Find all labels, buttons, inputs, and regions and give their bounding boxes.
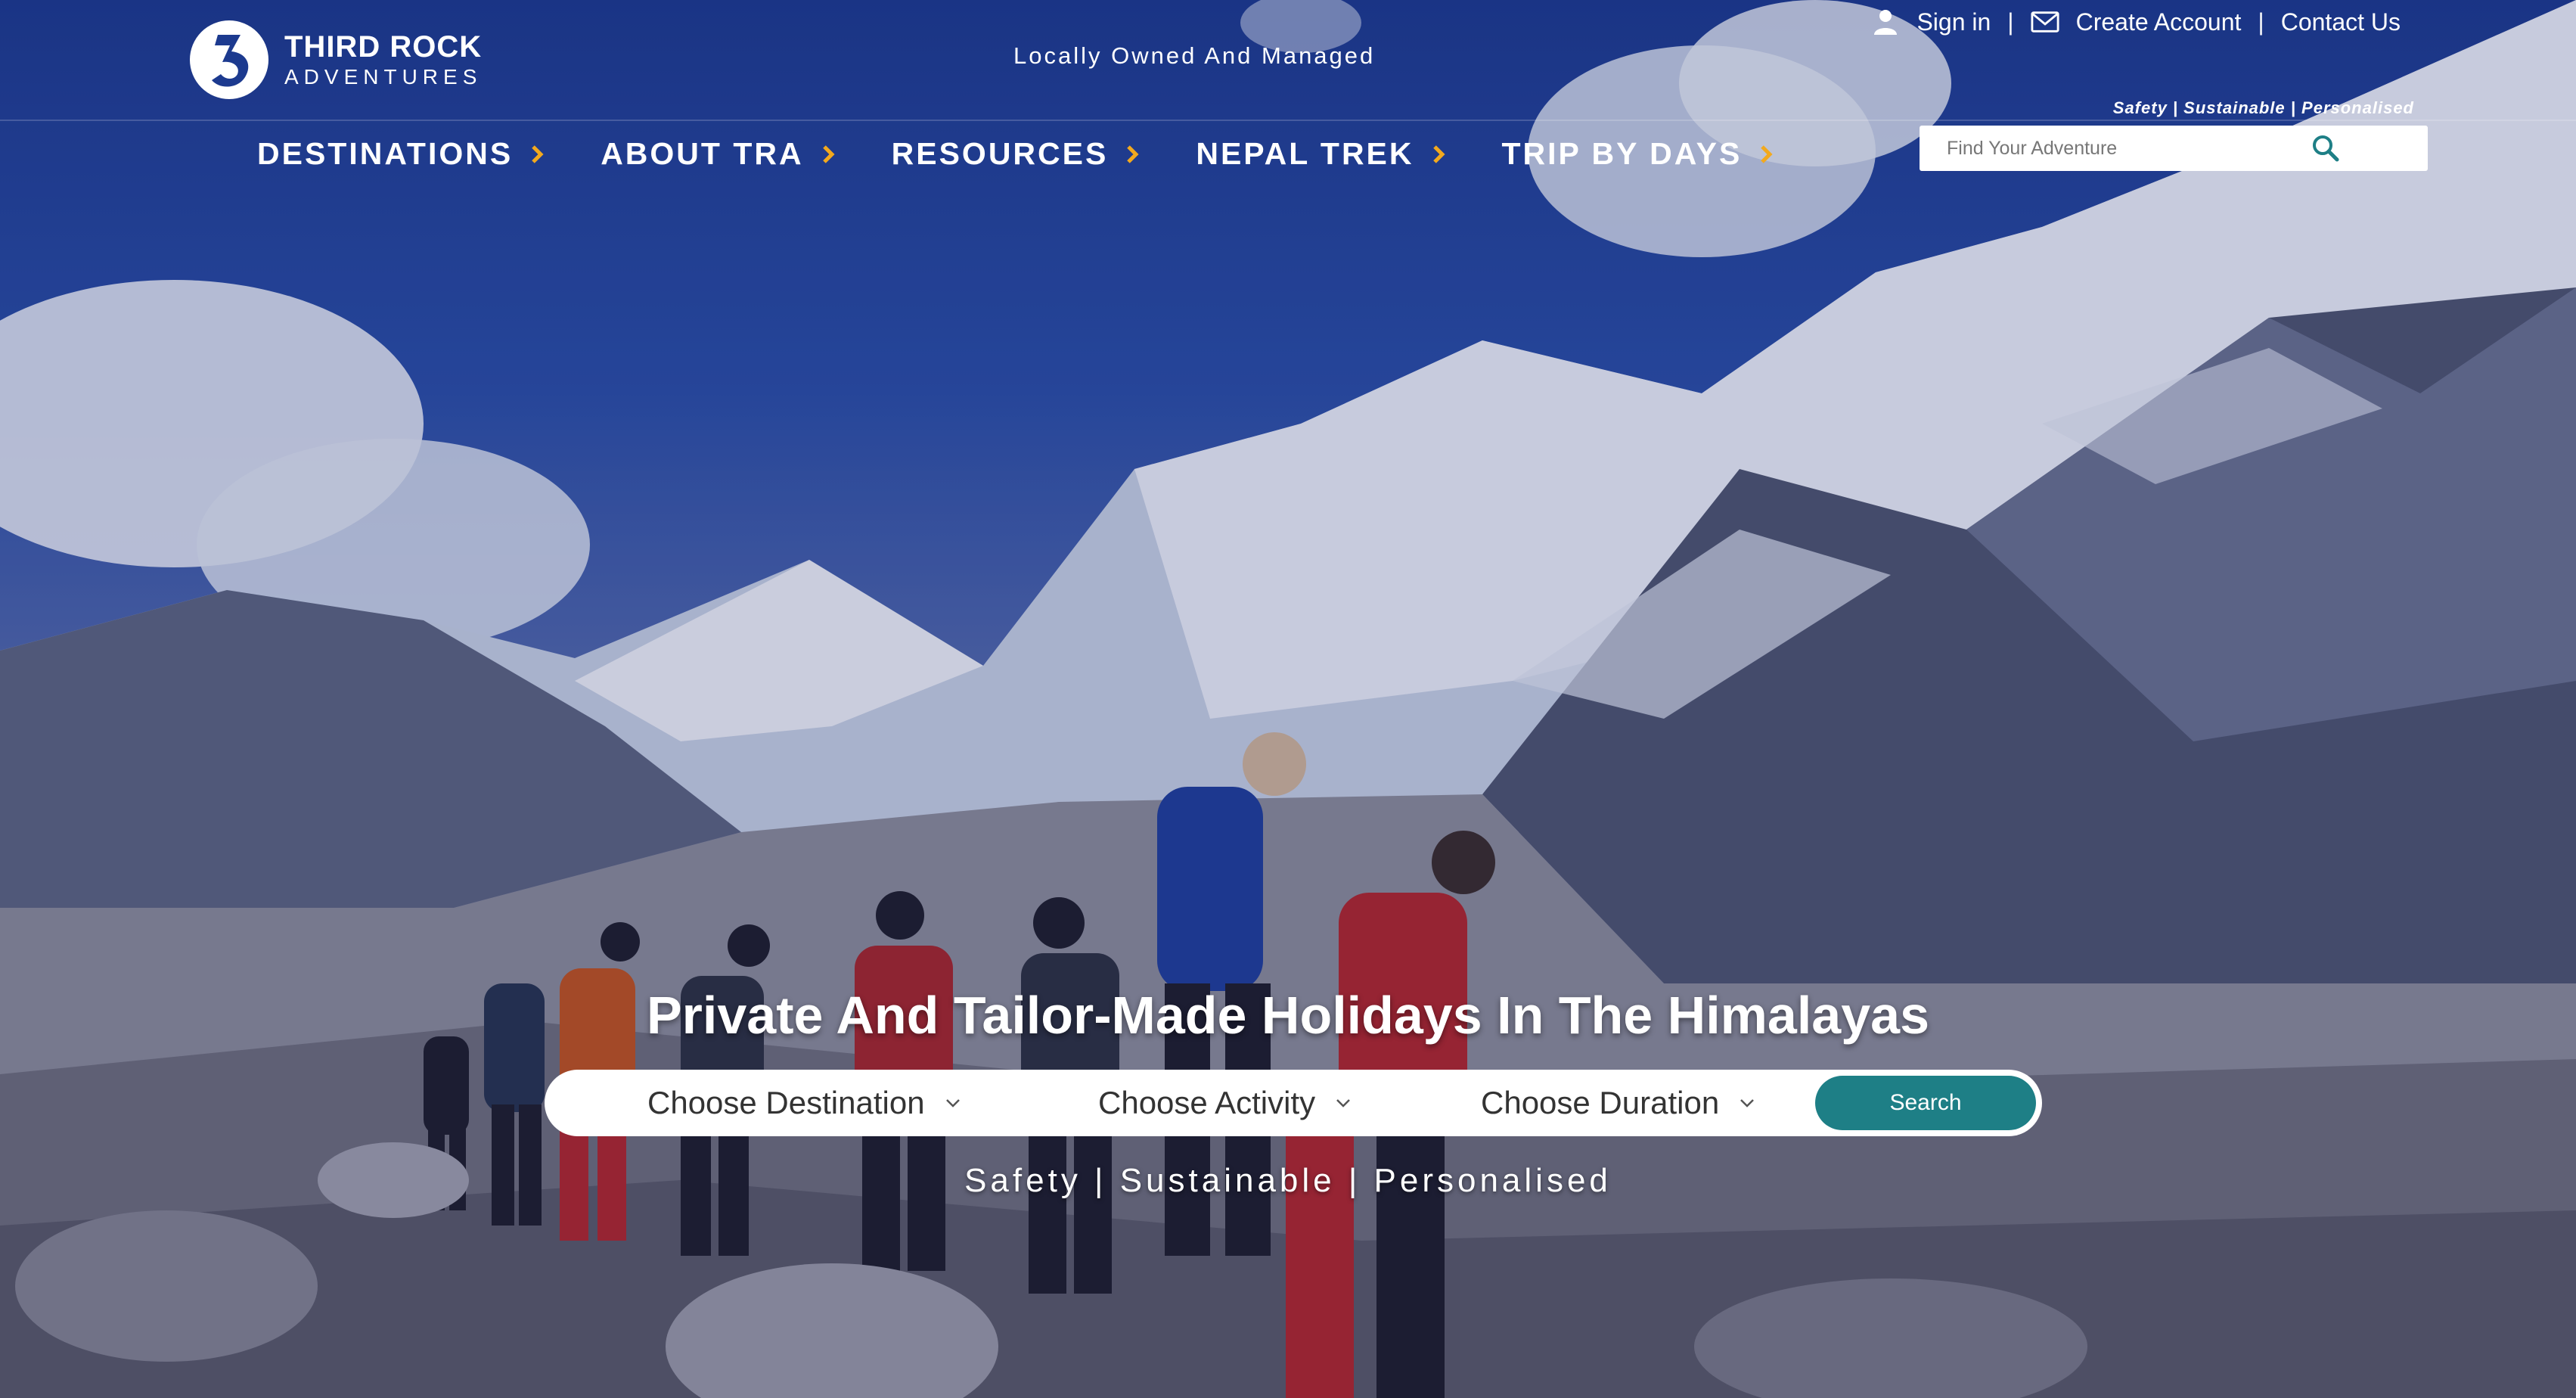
header-tagline: Locally Owned And Managed [1013, 42, 1376, 69]
hero-title: Private And Tailor-Made Holidays In The … [646, 986, 1930, 1045]
logo-mark-icon [190, 20, 268, 99]
hero-motto: Safety | Sustainable | Personalised [964, 1162, 1612, 1199]
destination-select[interactable]: Choose Destination [647, 1085, 1098, 1121]
adventure-search [1920, 126, 2428, 171]
brand-logo[interactable]: THIRD ROCK ADVENTURES [188, 18, 482, 101]
logo-text: THIRD ROCK ADVENTURES [284, 32, 482, 88]
link-separator: | [2258, 8, 2264, 36]
nav-item-label: ABOUT TRA [601, 136, 804, 171]
search-motto: Safety | Sustainable | Personalised [2112, 98, 2414, 117]
logo-name-line2: ADVENTURES [284, 65, 483, 89]
nav-item-label: RESOURCES [891, 136, 1109, 171]
trip-finder-bar: Choose Destination Choose Activity Choos… [545, 1070, 2042, 1136]
chevron-right-icon [822, 144, 835, 163]
activity-select[interactable]: Choose Activity [1098, 1085, 1481, 1121]
main-nav: DESTINATIONS ABOUT TRA RESOURCES NEPAL T… [257, 136, 1830, 172]
chevron-down-icon [1336, 1099, 1351, 1108]
contact-us-link[interactable]: Contact Us [2281, 8, 2401, 36]
nav-item-label: NEPAL TREK [1196, 136, 1414, 171]
nav-item-about-tra[interactable]: ABOUT TRA [601, 136, 836, 172]
chevron-right-icon [1432, 144, 1445, 163]
sign-in-link[interactable]: Sign in [1916, 8, 1991, 36]
account-links: Sign in | Create Account | Contact Us [1871, 8, 2401, 36]
trip-search-button[interactable]: Search [1815, 1076, 2036, 1130]
chevron-right-icon [1761, 144, 1773, 163]
nav-item-label: DESTINATIONS [257, 136, 514, 171]
search-icon[interactable] [2311, 134, 2340, 163]
duration-select-label: Choose Duration [1481, 1085, 1720, 1120]
destination-select-label: Choose Destination [647, 1085, 925, 1120]
nav-item-nepal-trek[interactable]: NEPAL TREK [1196, 136, 1447, 172]
create-account-link[interactable]: Create Account [2076, 8, 2242, 36]
logo-name-line1: THIRD ROCK [284, 30, 483, 64]
adventure-search-input[interactable] [1947, 137, 2311, 160]
nav-item-trip-by-days[interactable]: TRIP BY DAYS [1502, 136, 1776, 172]
chevron-right-icon [532, 144, 544, 163]
chevron-right-icon [1127, 144, 1139, 163]
chevron-down-icon [945, 1099, 960, 1108]
chevron-down-icon [1740, 1099, 1755, 1108]
envelope-icon [2031, 11, 2059, 33]
duration-select[interactable]: Choose Duration [1481, 1085, 1814, 1121]
link-separator: | [2007, 8, 2014, 36]
nav-item-resources[interactable]: RESOURCES [892, 136, 1142, 172]
nav-item-label: TRIP BY DAYS [1501, 136, 1743, 171]
nav-item-destinations[interactable]: DESTINATIONS [257, 136, 546, 172]
user-icon [1874, 10, 1898, 35]
activity-select-label: Choose Activity [1098, 1085, 1316, 1120]
